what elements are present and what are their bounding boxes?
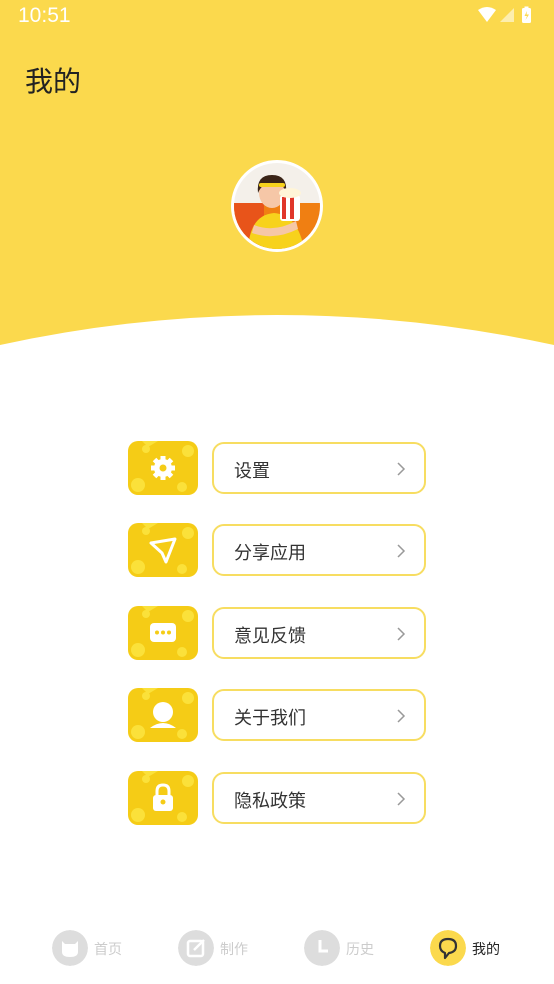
- menu-label: 分享应用: [234, 543, 306, 564]
- avatar[interactable]: [231, 160, 323, 252]
- clock-icon: [304, 930, 340, 966]
- signal-icon: [500, 8, 514, 22]
- tab-label: 首页: [94, 942, 122, 958]
- gear-icon: [151, 456, 175, 480]
- chevron-right-icon: [397, 792, 406, 806]
- menu-item-share-app[interactable]: 分享应用: [128, 523, 426, 577]
- bottom-tab-bar: 首页 制作 历史 我的: [0, 914, 554, 984]
- chevron-right-icon: [397, 462, 406, 476]
- share-tile: [128, 523, 198, 577]
- chevron-right-icon: [397, 544, 406, 558]
- menu-item-privacy-policy[interactable]: 隐私政策: [128, 771, 426, 825]
- tab-label: 历史: [346, 942, 374, 958]
- chat-bubble-icon: [150, 623, 176, 642]
- profile-icon: [430, 930, 466, 966]
- menu-label: 关于我们: [234, 708, 306, 729]
- menu-label: 隐私政策: [234, 791, 306, 812]
- tab-label: 我的: [472, 942, 500, 958]
- menu-item-feedback[interactable]: 意见反馈: [128, 606, 426, 660]
- menu-item-about-us[interactable]: 关于我们: [128, 688, 426, 742]
- status-bar: 10:51: [0, 0, 554, 34]
- edit-icon: [178, 930, 214, 966]
- chevron-right-icon: [397, 709, 406, 723]
- chevron-right-icon: [397, 627, 406, 641]
- page-title: 我的: [25, 65, 82, 98]
- status-time: 10:51: [18, 4, 71, 27]
- about-tile: [128, 688, 198, 742]
- status-icons: [478, 6, 531, 23]
- settings-tile: [128, 441, 198, 495]
- cat-face-icon: [52, 930, 88, 966]
- settings-card[interactable]: 设置: [212, 442, 426, 494]
- menu-label: 意见反馈: [234, 626, 306, 647]
- feedback-tile: [128, 606, 198, 660]
- tab-label: 制作: [220, 942, 248, 958]
- about-us-card[interactable]: 关于我们: [212, 689, 426, 741]
- avatar-image: [234, 163, 320, 249]
- feedback-card[interactable]: 意见反馈: [212, 607, 426, 659]
- privacy-policy-card[interactable]: 隐私政策: [212, 772, 426, 824]
- menu-item-settings[interactable]: 设置: [128, 441, 426, 495]
- wifi-icon: [478, 7, 496, 22]
- share-app-card[interactable]: 分享应用: [212, 524, 426, 576]
- privacy-tile: [128, 771, 198, 825]
- menu-label: 设置: [234, 461, 270, 482]
